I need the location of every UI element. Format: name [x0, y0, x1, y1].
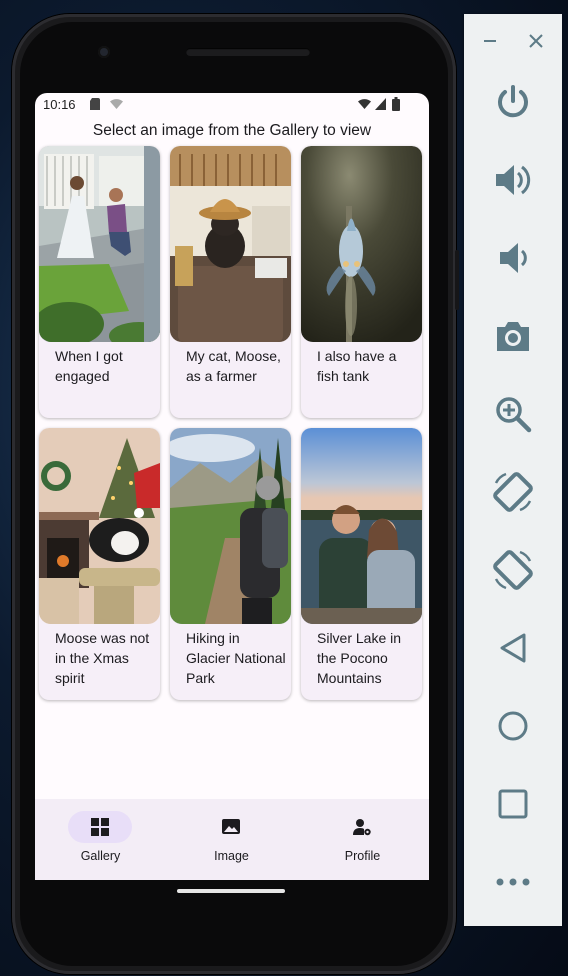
- card-caption: Hiking in Glacier National Park: [186, 630, 286, 686]
- volume-up-icon: [496, 165, 531, 195]
- zoom-in-icon: [496, 397, 532, 433]
- bottom-navigation-bar: Gallery Image Profile: [35, 799, 429, 880]
- cat-cowboy-hat-photo: [170, 146, 291, 342]
- status-time: 10:16: [43, 97, 76, 112]
- gallery-card-engagement[interactable]: When I got engaged: [39, 146, 160, 418]
- volume-down-icon: [500, 243, 527, 273]
- earpiece-speaker: [186, 48, 310, 56]
- sd-card-icon: [90, 98, 100, 110]
- volume-down-button[interactable]: [488, 233, 538, 283]
- front-camera: [98, 46, 110, 58]
- camera-icon: [497, 322, 529, 351]
- cat-santa-hat-photo: [39, 428, 160, 624]
- gallery-card-xmas-cat[interactable]: Moose was not in the Xmas spirit: [39, 428, 160, 700]
- page-title: Select an image from the Gallery to view: [92, 122, 372, 139]
- phone-side-button: [455, 250, 459, 310]
- card-caption: Silver Lake in the Pocono Mountains: [317, 630, 402, 686]
- overview-square-icon: [498, 789, 528, 819]
- nav-item-gallery[interactable]: Gallery: [35, 799, 166, 880]
- card-caption: My cat, Moose, as a farmer: [186, 348, 281, 384]
- power-icon: [498, 85, 528, 118]
- nav-label-gallery: Gallery: [80, 849, 121, 863]
- overview-button[interactable]: [488, 779, 538, 829]
- close-icon: [529, 34, 543, 48]
- status-bar: 10:16: [35, 93, 429, 117]
- back-triangle-icon: [500, 633, 526, 663]
- nav-label-image: Image: [214, 849, 249, 863]
- home-circle-icon: [498, 711, 528, 741]
- lake-couple-photo: [301, 428, 422, 624]
- rotate-right-button[interactable]: [488, 545, 538, 595]
- minimize-button[interactable]: [472, 16, 508, 66]
- more-dots-icon: [496, 878, 530, 886]
- screenshot-button[interactable]: [488, 311, 538, 361]
- app-screen: 10:16 Select an image from the Gallery t…: [35, 93, 429, 880]
- close-button[interactable]: [518, 16, 554, 66]
- nav-label-profile: Profile: [344, 849, 381, 863]
- rotate-left-button[interactable]: [488, 467, 538, 517]
- gesture-handle[interactable]: [177, 889, 285, 893]
- gallery-card-fish-tank[interactable]: I also have a fish tank: [301, 146, 422, 418]
- hiking-photo: [170, 428, 291, 624]
- wifi-off-icon: [110, 99, 123, 109]
- card-caption: Moose was not in the Xmas spirit: [55, 630, 150, 686]
- grid-icon: [91, 818, 109, 836]
- minimize-icon: [484, 40, 496, 42]
- card-caption: I also have a fish tank: [317, 348, 397, 384]
- volume-up-button[interactable]: [488, 155, 538, 205]
- battery-icon: [392, 97, 400, 111]
- emulator-toolbar: [464, 14, 562, 926]
- image-icon: [222, 819, 240, 834]
- rotate-left-icon: [493, 472, 533, 512]
- back-button[interactable]: [488, 623, 538, 673]
- gallery-card-glacier-hike[interactable]: Hiking in Glacier National Park: [170, 428, 291, 700]
- person-settings-icon: [353, 819, 371, 836]
- signal-icon: [375, 98, 386, 110]
- home-button[interactable]: [488, 701, 538, 751]
- nav-item-image[interactable]: Image: [166, 799, 297, 880]
- more-button[interactable]: [488, 857, 538, 907]
- fish-tank-photo: [301, 146, 422, 342]
- power-button[interactable]: [488, 77, 538, 127]
- gallery-card-cat-farmer[interactable]: My cat, Moose, as a farmer: [170, 146, 291, 418]
- nav-item-profile[interactable]: Profile: [297, 799, 428, 880]
- gallery-card-silver-lake[interactable]: Silver Lake in the Pocono Mountains: [301, 428, 422, 700]
- zoom-button[interactable]: [488, 389, 538, 439]
- card-caption: When I got engaged: [55, 348, 123, 384]
- wifi-icon: [358, 99, 371, 109]
- rotate-right-icon: [493, 550, 533, 590]
- engagement-photo: [39, 146, 160, 342]
